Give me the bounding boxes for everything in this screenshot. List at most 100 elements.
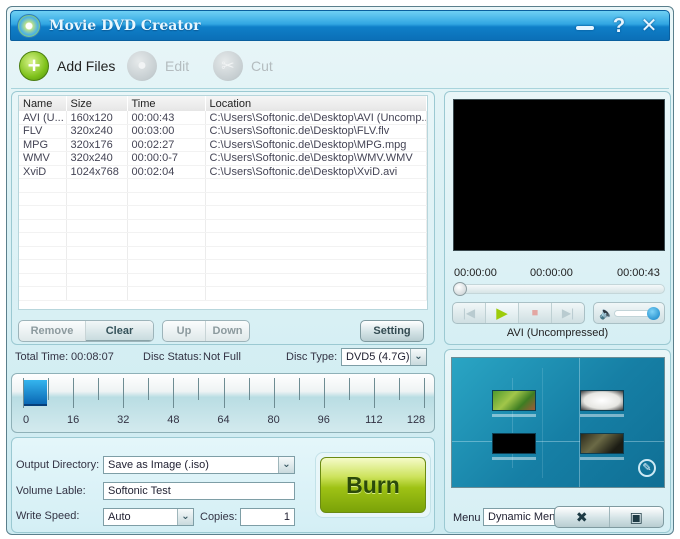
table-row[interactable]: MPG 320x176 00:02:27 C:\Users\Softonic.d… <box>19 138 427 152</box>
next-button[interactable]: ▶| <box>552 303 584 323</box>
help-button[interactable]: ? <box>607 14 631 38</box>
major-tick <box>323 378 325 408</box>
tick-label: 64 <box>217 414 230 426</box>
edit-icon: ● <box>127 51 157 81</box>
disc-type-value: DVD5 (4.7G) <box>346 351 410 363</box>
output-directory-select[interactable]: Save as Image (.iso) ⌄ <box>103 456 295 474</box>
minor-tick <box>198 378 200 400</box>
column-header-name[interactable]: Name <box>19 96 67 111</box>
video-preview-panel: 00:00:00 00:00:00 00:00:43 |◀ ▶ ■ ▶| 🔈 A… <box>444 91 671 345</box>
table-row[interactable]: WMV 320x240 00:00:0-7 C:\Users\Softonic.… <box>19 151 427 166</box>
tick-label: 0 <box>22 414 30 426</box>
cell-name: AVI (U... <box>19 111 67 125</box>
stop-button[interactable]: ■ <box>519 303 552 323</box>
column-header-location[interactable]: Location <box>205 96 427 111</box>
menu-page-button[interactable]: ▣ <box>610 507 664 527</box>
empty-row <box>19 205 427 220</box>
major-tick <box>23 378 24 408</box>
clip-name: AVI (Uncompressed) <box>506 327 609 339</box>
page-icon: ▣ <box>629 508 643 525</box>
cut-label: Cut <box>251 58 273 74</box>
tick-label: 112 <box>365 414 383 426</box>
minor-tick <box>298 378 300 400</box>
copies-label: Copies: <box>200 511 238 523</box>
table-row[interactable]: AVI (U... 160x120 00:00:43 C:\Users\Soft… <box>19 111 427 125</box>
output-directory-label: Output Directory: <box>16 459 100 471</box>
status-row: Total Time: 00:08:07 Disc Status: Not Fu… <box>15 348 435 366</box>
minimize-button[interactable] <box>573 14 597 38</box>
minor-tick <box>48 378 50 400</box>
disc-type-select[interactable]: DVD5 (4.7G) ⌄ <box>341 348 427 366</box>
total-time-value: 00:08:07 <box>71 351 114 363</box>
tick-label: 16 <box>67 414 80 426</box>
burn-button[interactable]: Burn <box>320 457 426 513</box>
menu-thumbnail-avi[interactable] <box>492 390 536 411</box>
up-down-group: Up Down <box>162 320 250 342</box>
toolbar: + Add Files ● Edit ✂ Cut <box>11 43 669 89</box>
cell-size: 320x176 <box>66 138 128 152</box>
play-button[interactable]: ▶ <box>486 303 519 323</box>
menu-thumbnail-xvid[interactable] <box>580 433 624 454</box>
volume-handle[interactable] <box>647 307 660 320</box>
up-button[interactable]: Up <box>163 321 207 341</box>
cell-size: 1024x768 <box>66 165 128 179</box>
cell-name: XviD <box>19 165 67 179</box>
cell-name: MPG <box>19 138 67 152</box>
table-row[interactable]: XviD 1024x768 00:02:04 C:\Users\Softonic… <box>19 165 427 179</box>
app-title: Movie DVD Creator <box>49 18 201 34</box>
edit-label: Edit <box>165 58 190 74</box>
total-time-label: Total Time: <box>15 351 69 363</box>
seek-handle[interactable] <box>453 282 467 296</box>
column-header-size[interactable]: Size <box>66 96 128 111</box>
video-screen[interactable] <box>453 99 665 251</box>
menu-settings-button[interactable]: ✖ <box>555 507 610 527</box>
chevron-down-icon[interactable]: ⌄ <box>177 509 193 525</box>
close-button[interactable]: ✕ <box>637 14 661 38</box>
thumbnail-caption <box>492 414 536 417</box>
tick-label: 80 <box>267 414 280 426</box>
table-row[interactable]: FLV 320x240 00:03:00 C:\Users\Softonic.d… <box>19 124 427 139</box>
seek-slider[interactable] <box>453 282 665 296</box>
add-files-button[interactable]: + Add Files <box>19 50 115 82</box>
major-tick <box>73 378 75 408</box>
menu-thumbnail-flv[interactable] <box>580 390 624 411</box>
empty-row <box>19 273 427 287</box>
setting-button[interactable]: Setting <box>360 320 424 342</box>
remove-button[interactable]: Remove <box>19 321 86 341</box>
edit-button[interactable]: ● Edit <box>127 50 189 82</box>
grid-line <box>452 441 664 442</box>
down-button[interactable]: Down <box>206 321 249 341</box>
write-speed-value: Auto <box>108 511 131 523</box>
major-tick <box>424 378 425 408</box>
chevron-down-icon[interactable]: ⌄ <box>410 349 426 365</box>
clear-button[interactable]: Clear <box>86 321 153 341</box>
file-list-panel: Name Size Time Location AVI (U... 160x12… <box>11 91 435 345</box>
empty-row <box>19 259 427 274</box>
menu-thumbnail-wmv[interactable] <box>492 433 536 454</box>
volume-label-input[interactable] <box>103 482 295 500</box>
cut-button[interactable]: ✂ Cut <box>213 50 273 82</box>
major-tick <box>223 378 225 408</box>
major-tick <box>273 378 275 408</box>
thumbnail-caption <box>580 414 624 417</box>
dvd-menu-preview[interactable]: ✎ <box>451 357 665 488</box>
copies-input[interactable] <box>240 508 295 526</box>
column-header-time[interactable]: Time <box>127 96 206 111</box>
volume-label-label: Volume Lable: <box>16 485 86 497</box>
tick-label: 32 <box>117 414 130 426</box>
empty-row <box>19 178 427 193</box>
previous-button[interactable]: |◀ <box>453 303 486 323</box>
write-speed-select[interactable]: Auto ⌄ <box>103 508 194 526</box>
skip-forward-icon: ▶| <box>561 306 575 320</box>
menu-label: Menu <box>453 512 481 524</box>
cell-size: 160x120 <box>66 111 128 125</box>
scissors-icon: ✂ <box>213 51 243 81</box>
speaker-icon[interactable]: 🔈 <box>599 306 614 320</box>
chevron-down-icon[interactable]: ⌄ <box>278 457 294 473</box>
pencil-icon[interactable]: ✎ <box>638 459 656 477</box>
cell-time: 00:02:04 <box>127 165 206 179</box>
cell-time: 00:03:00 <box>127 124 206 139</box>
minor-tick <box>148 378 150 400</box>
file-list[interactable]: Name Size Time Location AVI (U... 160x12… <box>18 95 428 310</box>
file-list-header: Name Size Time Location <box>19 96 427 111</box>
